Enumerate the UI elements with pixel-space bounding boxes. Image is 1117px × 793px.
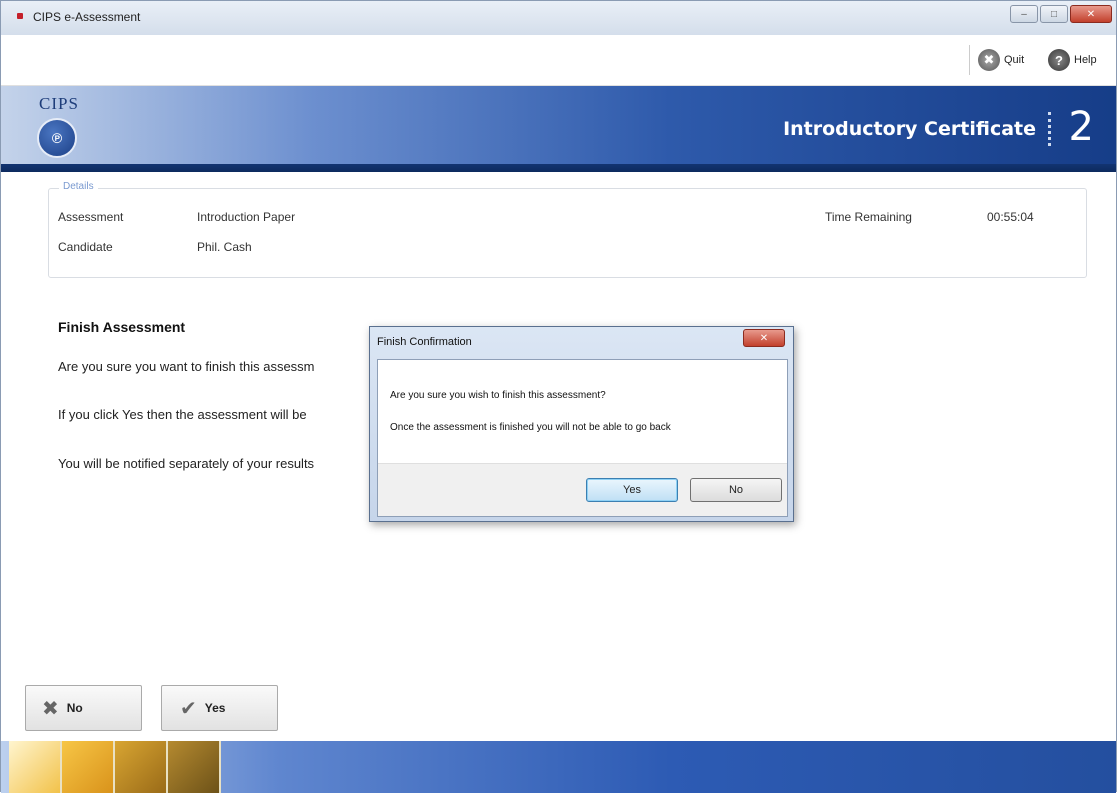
decor-tile — [62, 741, 115, 793]
minimize-button[interactable]: – — [1010, 5, 1038, 23]
no-button[interactable]: ✖ No — [25, 685, 142, 731]
window-controls: – □ ✕ — [1010, 5, 1112, 23]
checkmark-icon: ✔ — [180, 697, 197, 720]
dialog-no-button[interactable]: No — [690, 478, 782, 502]
assessment-value: Introduction Paper — [197, 210, 296, 224]
certificate-title: Introductory Certificate — [783, 118, 1036, 140]
quit-label: Quit — [1004, 54, 1025, 66]
window-title: CIPS e-Assessment — [33, 10, 141, 24]
maximize-button[interactable]: □ — [1040, 5, 1068, 23]
finish-confirmation-dialog: Finish Confirmation ✕ Are you sure you w… — [369, 326, 794, 522]
quit-icon: ✖ — [978, 49, 1000, 71]
decor-tile — [168, 741, 221, 793]
decor-tile — [9, 741, 62, 793]
certificate-level: 2 — [1068, 104, 1094, 150]
yes-label: Yes — [204, 701, 226, 715]
footer-decoration — [9, 741, 221, 793]
details-legend: Details — [59, 181, 98, 192]
details-panel: Details Assessment Introduction Paper Ca… — [48, 181, 1087, 278]
dialog-body: Are you sure you wish to finish this ass… — [377, 359, 788, 517]
app-window: CIPS e-Assessment – □ ✕ ✖ Quit ? Help CI… — [0, 0, 1117, 793]
window-close-button[interactable]: ✕ — [1070, 5, 1112, 23]
brand-name: CIPS — [39, 94, 79, 113]
title-bar: CIPS e-Assessment – □ ✕ — [1, 1, 1116, 36]
cross-icon: ✖ — [42, 697, 59, 720]
no-label: No — [66, 701, 83, 715]
yes-button[interactable]: ✔ Yes — [161, 685, 278, 731]
time-remaining-label: Time Remaining — [825, 210, 912, 224]
quit-button[interactable]: ✖ Quit — [978, 49, 1024, 71]
dialog-message-1: Are you sure you wish to finish this ass… — [390, 390, 606, 401]
assessment-label: Assessment — [58, 210, 124, 224]
time-remaining-value: 00:55:04 — [987, 210, 1034, 224]
help-button[interactable]: ? Help — [1048, 49, 1097, 71]
footer-bar — [1, 741, 1116, 793]
candidate-value: Phil. Cash — [197, 240, 252, 254]
header-banner: CIPS ℗ Introductory Certificate 2 — [1, 86, 1116, 172]
toolbar: ✖ Quit ? Help — [1, 35, 1116, 86]
help-label: Help — [1074, 54, 1097, 66]
toolbar-divider — [969, 45, 970, 75]
content-line-1: Are you sure you want to finish this ass… — [58, 359, 315, 374]
dialog-footer: Yes No — [378, 463, 787, 516]
cips-logo: ℗ — [37, 118, 77, 158]
close-icon: ✕ — [759, 332, 769, 344]
candidate-label: Candidate — [58, 240, 113, 254]
app-icon — [17, 13, 23, 19]
decor-tile — [115, 741, 168, 793]
dialog-close-button[interactable]: ✕ — [743, 329, 785, 347]
help-icon: ? — [1048, 49, 1070, 71]
content-line-3: You will be notified separately of your … — [58, 456, 315, 471]
content-line-2: If you click Yes then the assessment wil… — [58, 407, 307, 422]
dialog-title: Finish Confirmation — [377, 336, 472, 348]
title-divider — [1048, 112, 1054, 146]
dialog-message-2: Once the assessment is finished you will… — [390, 422, 671, 433]
dialog-yes-button[interactable]: Yes — [586, 478, 678, 502]
